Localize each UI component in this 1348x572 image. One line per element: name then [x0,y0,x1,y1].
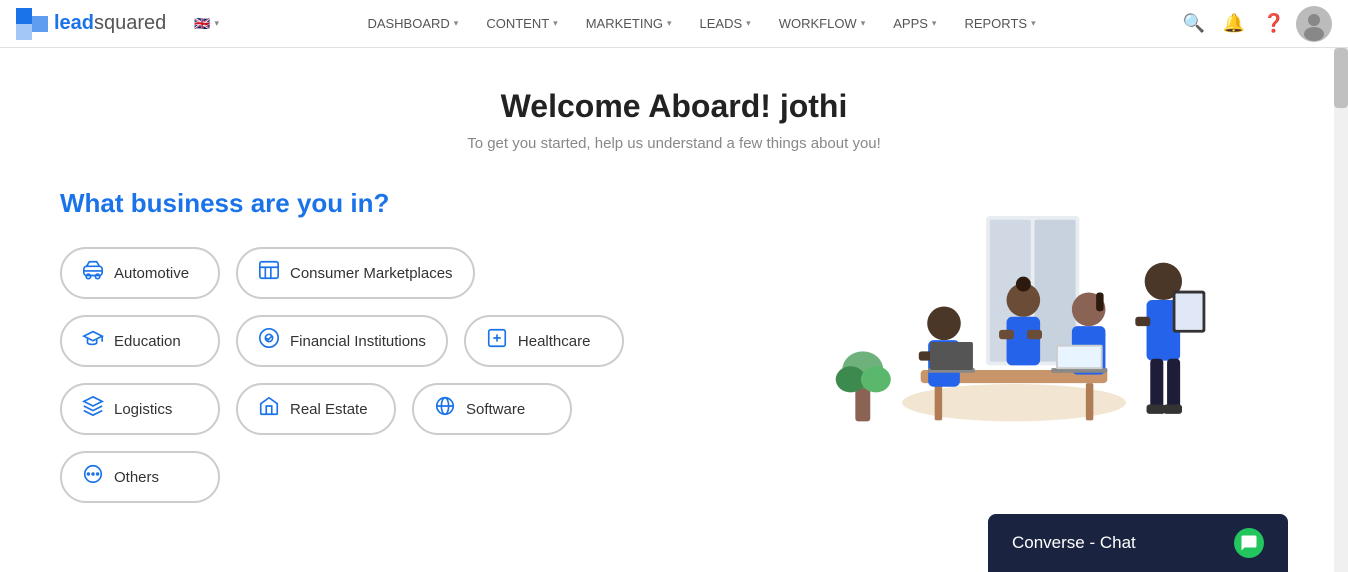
main-content: Welcome Aboard! jothi To get you started… [0,48,1348,523]
nav-dashboard[interactable]: DASHBOARD▾ [355,0,470,48]
nav-apps[interactable]: APPS▾ [881,0,948,48]
user-avatar[interactable] [1296,6,1332,42]
scrollbar-thumb[interactable] [1334,48,1348,108]
business-education[interactable]: Education [60,315,220,367]
nav-icons: 🔍 🔔 ❓ [1176,6,1332,42]
business-financial-institutions[interactable]: Financial Institutions [236,315,448,367]
software-label: Software [466,401,525,418]
business-software[interactable]: Software [412,383,572,435]
financial-label: Financial Institutions [290,333,426,350]
logistics-label: Logistics [114,401,172,418]
business-row-2: Education Financial Institutions Healthc… [60,315,740,367]
converse-chat-label: Converse - Chat [1012,533,1136,553]
logo[interactable]: leadsquared [16,8,166,40]
real-estate-label: Real Estate [290,401,368,418]
business-consumer-marketplaces[interactable]: Consumer Marketplaces [236,247,475,299]
nav-marketing[interactable]: MARKETING▾ [574,0,684,48]
financial-icon [258,327,280,355]
logo-text: leadsquared [54,12,166,35]
business-row-4: Others [60,451,740,503]
avatar-icon [1296,6,1332,42]
business-automotive[interactable]: Automotive [60,247,220,299]
others-icon [82,463,104,491]
help-button[interactable]: ❓ [1256,6,1292,42]
logistics-icon [82,395,104,423]
business-row-3: Logistics Real Estate Software [60,383,740,435]
healthcare-icon [486,327,508,355]
scrollbar-track[interactable] [1334,48,1348,572]
converse-chat-icon [1234,528,1264,558]
business-others[interactable]: Others [60,451,220,503]
content-area: What business are you in? Automotive [60,188,1288,503]
navbar: leadsquared 🇬🇧 ▾ DASHBOARD▾ CONTENT▾ MAR… [0,0,1348,48]
welcome-subtitle: To get you started, help us understand a… [60,135,1288,152]
automotive-icon [82,259,104,287]
business-real-estate[interactable]: Real Estate [236,383,396,435]
converse-chat-widget[interactable]: Converse - Chat [988,514,1288,572]
nav-reports[interactable]: REPORTS▾ [952,0,1047,48]
welcome-section: Welcome Aboard! jothi To get you started… [60,88,1288,152]
automotive-label: Automotive [114,265,189,282]
logo-icon [16,8,48,40]
chat-icon [1240,534,1258,552]
search-button[interactable]: 🔍 [1176,6,1212,42]
business-heading: What business are you in? [60,188,740,219]
nav-content[interactable]: CONTENT▾ [474,0,569,48]
business-logistics[interactable]: Logistics [60,383,220,435]
nav-leads[interactable]: LEADS▾ [688,0,763,48]
others-label: Others [114,469,159,486]
business-grid: Automotive Consumer Marketplaces [60,247,740,503]
consumer-marketplaces-icon [258,259,280,287]
business-section: What business are you in? Automotive [60,188,740,503]
nav-workflow[interactable]: WORKFLOW▾ [767,0,878,48]
consumer-marketplaces-label: Consumer Marketplaces [290,265,453,282]
notifications-button[interactable]: 🔔 [1216,6,1252,42]
healthcare-label: Healthcare [518,333,591,350]
business-row-1: Automotive Consumer Marketplaces [60,247,740,299]
meeting-illustration [784,188,1244,468]
welcome-title: Welcome Aboard! jothi [60,88,1288,125]
education-label: Education [114,333,181,350]
business-healthcare[interactable]: Healthcare [464,315,624,367]
real-estate-icon [258,395,280,423]
illustration-section [740,188,1288,503]
education-icon [82,327,104,355]
software-icon [434,395,456,423]
flag-button[interactable]: 🇬🇧 ▾ [186,12,227,36]
nav-items: DASHBOARD▾ CONTENT▾ MARKETING▾ LEADS▾ WO… [227,0,1176,48]
